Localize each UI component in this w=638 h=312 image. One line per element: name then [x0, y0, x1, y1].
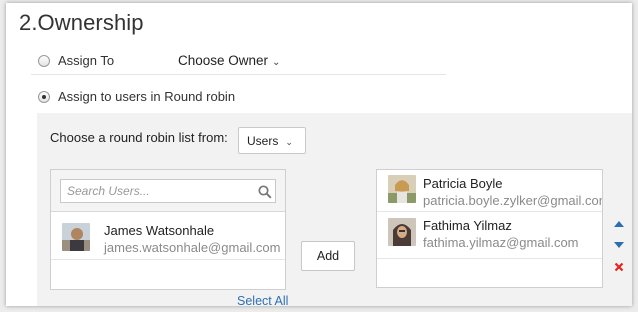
avatar	[388, 175, 416, 203]
chevron-down-icon: ⌄	[285, 137, 293, 147]
divider	[31, 74, 446, 75]
user-name: Fathima Yilmaz	[423, 218, 512, 233]
user-email: fathima.yilmaz@gmail.com	[423, 235, 579, 250]
search-users-input[interactable]	[60, 179, 276, 203]
choose-owner-dropdown[interactable]: Choose Owner ⌄	[178, 53, 280, 68]
select-all-link[interactable]: Select All	[237, 294, 288, 306]
row-divider	[51, 259, 285, 260]
user-email: james.watsonhale@gmail.com	[104, 240, 281, 255]
choose-owner-label: Choose Owner	[178, 53, 269, 68]
round-robin-list-prompt: Choose a round robin list from:	[50, 130, 228, 145]
move-down-icon[interactable]	[613, 240, 625, 250]
search-icon[interactable]	[258, 185, 272, 199]
user-email: patricia.boyle.zylker@gmail.com	[423, 193, 603, 208]
remove-icon[interactable]	[614, 262, 624, 272]
selected-users-list: Patricia Boyle patricia.boyle.zylker@gma…	[376, 169, 603, 288]
round-robin-list-value: Users	[247, 134, 279, 148]
round-robin-panel: Choose a round robin list from: Users ⌄	[37, 113, 632, 306]
search-bar	[51, 170, 285, 212]
avatar	[62, 223, 90, 251]
assign-to-radio[interactable]	[38, 55, 50, 67]
available-users-list: James Watsonhale james.watsonhale@gmail.…	[50, 169, 286, 290]
add-button[interactable]: Add	[301, 241, 355, 271]
chevron-down-icon: ⌄	[272, 57, 281, 68]
user-name: James Watsonhale	[104, 223, 215, 238]
available-user-row[interactable]: James Watsonhale james.watsonhale@gmail.…	[51, 213, 285, 259]
selected-user-row[interactable]: Patricia Boyle patricia.boyle.zylker@gma…	[377, 170, 602, 216]
user-name: Patricia Boyle	[423, 176, 503, 191]
section-title: 2.Ownership	[19, 10, 144, 35]
round-robin-label: Assign to users in Round robin	[58, 89, 236, 104]
ownership-card: 2.Ownership Assign To Choose Owner ⌄ Assi…	[6, 3, 632, 306]
move-up-icon[interactable]	[613, 219, 625, 229]
assign-to-label: Assign To	[58, 53, 115, 68]
round-robin-radio[interactable]	[38, 91, 50, 103]
row-divider	[377, 258, 602, 259]
round-robin-list-select[interactable]: Users ⌄	[238, 127, 306, 154]
selected-user-row[interactable]: Fathima Yilmaz fathima.yilmaz@gmail.com	[377, 212, 602, 258]
avatar	[388, 218, 416, 246]
